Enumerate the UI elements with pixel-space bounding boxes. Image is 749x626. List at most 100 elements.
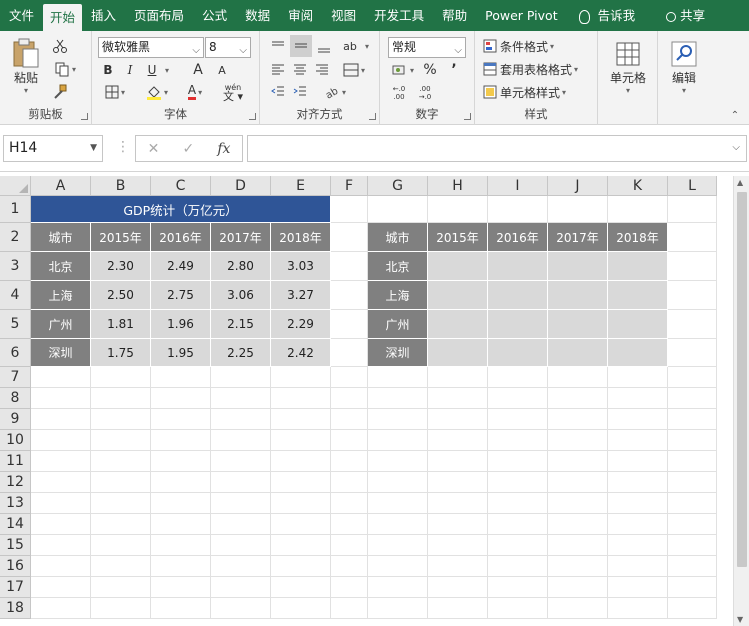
grid-cell[interactable] — [91, 493, 151, 514]
grid-cell[interactable] — [151, 493, 211, 514]
grid-cell[interactable] — [668, 252, 717, 281]
grid-cell[interactable] — [668, 493, 717, 514]
table2-city-cell[interactable]: 北京 — [368, 252, 428, 281]
editing-button[interactable]: 编辑 ▾ — [662, 37, 706, 99]
grid-cell[interactable] — [668, 367, 717, 388]
italic-button[interactable]: I — [122, 61, 138, 79]
tab-home[interactable]: 开始 — [43, 4, 83, 31]
grid-cell[interactable] — [31, 535, 91, 556]
grid-cell[interactable] — [608, 430, 668, 451]
city-cell[interactable]: 北京 — [31, 252, 91, 281]
grid-cell[interactable] — [271, 598, 331, 619]
grid-cell[interactable] — [548, 535, 608, 556]
percent-button[interactable]: % — [420, 61, 440, 79]
row-header[interactable]: 18 — [0, 598, 31, 619]
table2-value-cell[interactable] — [428, 252, 488, 281]
increase-decimal-button[interactable]: ←.0 .00 — [388, 83, 410, 103]
column-header[interactable]: J — [548, 176, 608, 196]
format-as-table-button[interactable]: 套用表格格式 ▾ — [483, 60, 598, 78]
grid-cell[interactable] — [548, 493, 608, 514]
tab-review[interactable]: 审阅 — [279, 0, 322, 31]
column-header[interactable]: C — [151, 176, 211, 196]
grid-cell[interactable] — [608, 598, 668, 619]
value-cell[interactable]: 2.80 — [211, 252, 271, 281]
grid-cell[interactable] — [211, 493, 271, 514]
align-top-button[interactable] — [268, 37, 288, 57]
row-header[interactable]: 11 — [0, 451, 31, 472]
grid-cell[interactable] — [668, 556, 717, 577]
vertical-scrollbar[interactable]: ▲ ▼ — [733, 176, 749, 626]
grid-cell[interactable] — [331, 339, 368, 367]
grid-cell[interactable] — [151, 472, 211, 493]
grid-cell[interactable] — [548, 451, 608, 472]
insert-function-icon[interactable]: fx — [217, 141, 230, 157]
grid-cell[interactable] — [91, 598, 151, 619]
grid-cell[interactable] — [368, 196, 428, 223]
align-middle-button[interactable] — [290, 35, 312, 57]
grid-cell[interactable] — [331, 598, 368, 619]
grid-cell[interactable] — [488, 577, 548, 598]
grid-cell[interactable] — [368, 388, 428, 409]
row-header[interactable]: 4 — [0, 281, 31, 310]
grid-cell[interactable] — [548, 196, 608, 223]
grid-cell[interactable] — [368, 556, 428, 577]
grid-cell[interactable] — [151, 367, 211, 388]
value-cell[interactable]: 3.06 — [211, 281, 271, 310]
table2-value-cell[interactable] — [548, 252, 608, 281]
table2-value-cell[interactable] — [488, 281, 548, 310]
grid-cell[interactable] — [91, 556, 151, 577]
column-header[interactable]: H — [428, 176, 488, 196]
grid-cell[interactable] — [331, 514, 368, 535]
grid-cell[interactable] — [271, 472, 331, 493]
row-header[interactable]: 1 — [0, 196, 31, 223]
scroll-up-icon[interactable]: ▲ — [737, 178, 743, 187]
grid-cell[interactable] — [428, 598, 488, 619]
grid-cell[interactable] — [91, 577, 151, 598]
align-right-button[interactable] — [312, 61, 332, 79]
tab-formulas[interactable]: 公式 — [193, 0, 236, 31]
grid-cell[interactable] — [211, 472, 271, 493]
collapse-ribbon-button[interactable]: ⌃ — [728, 109, 742, 121]
grid-cell[interactable] — [91, 472, 151, 493]
grid-cell[interactable] — [668, 472, 717, 493]
grid-cell[interactable] — [331, 535, 368, 556]
grid-cell[interactable] — [31, 577, 91, 598]
grid-cell[interactable] — [488, 409, 548, 430]
copy-button[interactable]: ▾ — [50, 60, 80, 78]
grid-cell[interactable] — [151, 451, 211, 472]
grid-cell[interactable] — [548, 367, 608, 388]
city-cell[interactable]: 上海 — [31, 281, 91, 310]
grid-cell[interactable] — [548, 577, 608, 598]
grid-cell[interactable] — [271, 388, 331, 409]
value-cell[interactable]: 2.29 — [271, 310, 331, 339]
row-header[interactable]: 12 — [0, 472, 31, 493]
row-header[interactable]: 13 — [0, 493, 31, 514]
table2-value-cell[interactable] — [608, 281, 668, 310]
grid-cell[interactable] — [31, 598, 91, 619]
table2-value-cell[interactable] — [608, 339, 668, 367]
grid-cell[interactable] — [608, 556, 668, 577]
grid-cell[interactable] — [608, 451, 668, 472]
grid-cell[interactable] — [331, 493, 368, 514]
grid-cell[interactable] — [331, 556, 368, 577]
table2-city-cell[interactable]: 深圳 — [368, 339, 428, 367]
grid-cell[interactable] — [31, 472, 91, 493]
table2-value-cell[interactable] — [428, 339, 488, 367]
grid-cell[interactable] — [211, 556, 271, 577]
grid-cell[interactable] — [91, 514, 151, 535]
grid-cell[interactable] — [31, 514, 91, 535]
scroll-down-icon[interactable]: ▼ — [737, 615, 743, 624]
comma-button[interactable]: ’ — [444, 61, 464, 79]
table2-header-cell[interactable]: 2016年 — [488, 223, 548, 252]
row-header[interactable]: 8 — [0, 388, 31, 409]
grid-cell[interactable] — [211, 514, 271, 535]
row-header[interactable]: 2 — [0, 223, 31, 252]
tab-developer[interactable]: 开发工具 — [365, 0, 433, 31]
grid-cell[interactable] — [428, 388, 488, 409]
tab-page-layout[interactable]: 页面布局 — [125, 0, 193, 31]
grid-cell[interactable] — [331, 196, 368, 223]
grid-cell[interactable] — [428, 535, 488, 556]
grid-cell[interactable] — [331, 388, 368, 409]
grid-cell[interactable] — [488, 451, 548, 472]
grid-cell[interactable] — [91, 388, 151, 409]
